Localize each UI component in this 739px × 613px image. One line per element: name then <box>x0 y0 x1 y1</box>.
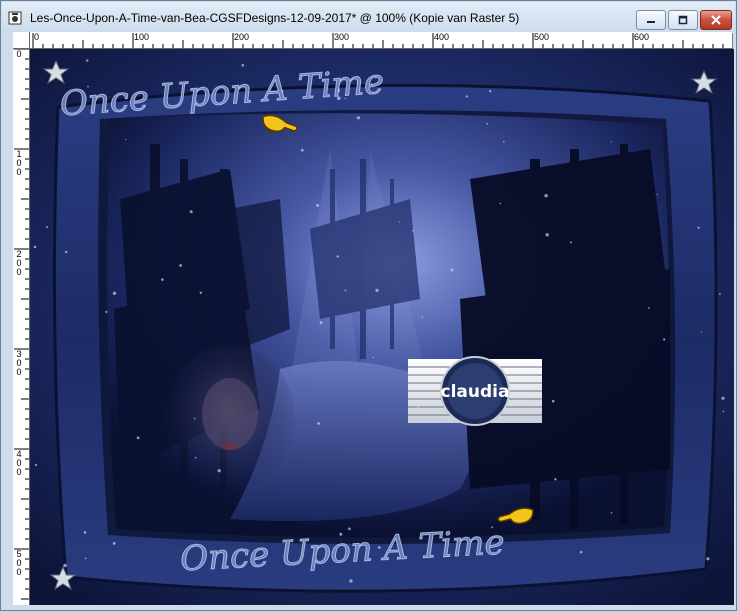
minimize-icon <box>647 21 655 23</box>
window-title: Les-Once-Upon-A-Time-van-Bea-CGSFDesigns… <box>30 11 520 25</box>
ruler-corner <box>13 32 30 49</box>
artwork: claudia Once Upon A Time Once Upon A Tim… <box>30 49 734 605</box>
snow-particle <box>421 316 424 318</box>
snow-particle <box>465 95 468 98</box>
snow-particle <box>344 289 347 292</box>
snow-particle <box>610 512 613 514</box>
snow-particle <box>112 291 117 295</box>
snow-particle <box>84 557 87 560</box>
snow-particle <box>450 268 454 272</box>
snow-particle <box>45 226 48 228</box>
snow-particle <box>570 241 572 244</box>
horizontal-ruler[interactable]: 0 100 200 300 400 500 600 <box>13 32 733 49</box>
vertical-ruler-ticks <box>14 48 29 600</box>
horizontal-ruler-ticks <box>32 33 733 48</box>
snow-particle <box>706 557 710 561</box>
snow-particle <box>105 310 108 313</box>
snow-particle <box>112 542 116 545</box>
snow-particle <box>161 278 164 281</box>
close-button[interactable] <box>700 10 732 30</box>
ruler-label-400: 400 <box>434 32 450 42</box>
document-icon <box>8 11 22 25</box>
snow-particle <box>398 221 400 223</box>
snow-particle <box>349 579 353 583</box>
snow-particle <box>372 356 374 359</box>
snow-particle <box>610 141 613 143</box>
snow-particle <box>83 531 87 534</box>
image-window: Les-Once-Upon-A-Time-van-Bea-CGSFDesigns… <box>0 0 737 611</box>
snow-particle <box>721 396 725 400</box>
snow-particle <box>125 138 127 141</box>
maximize-icon <box>678 15 688 25</box>
snow-particle <box>417 406 420 409</box>
snow-particle <box>719 293 721 295</box>
snow-particle <box>554 478 557 481</box>
snow-particle <box>316 203 320 207</box>
snow-particle <box>486 122 488 125</box>
vruler-label-500: 500 <box>16 549 22 577</box>
maximize-button[interactable] <box>668 10 698 30</box>
ruler-label-600: 600 <box>634 32 650 42</box>
snow-particle <box>241 63 245 67</box>
snow-particle <box>551 399 555 403</box>
watermark-logo: claudia <box>408 356 542 426</box>
snow-particle <box>701 331 703 333</box>
title-bar[interactable]: Les-Once-Upon-A-Time-van-Bea-CGSFDesigns… <box>2 2 735 32</box>
ruler-label-200: 200 <box>234 32 250 42</box>
vruler-label-300: 300 <box>16 349 22 377</box>
snow-particle <box>648 307 650 309</box>
snow-particle <box>336 255 339 258</box>
snow-particle <box>499 202 502 205</box>
vertical-ruler[interactable]: 0 100 200 300 400 500 <box>13 48 30 606</box>
snow-particle <box>63 563 67 568</box>
snow-particle <box>33 245 37 249</box>
ruler-label-500: 500 <box>534 32 550 42</box>
vruler-label-400: 400 <box>16 449 22 477</box>
vruler-label-0: 0 <box>16 49 22 59</box>
snow-particle <box>136 436 140 440</box>
snow-particle <box>317 422 320 425</box>
snow-particle <box>356 116 360 120</box>
snow-particle <box>194 456 197 459</box>
trees-right <box>460 144 670 529</box>
snow-particle <box>697 226 700 229</box>
snow-particle <box>544 194 548 198</box>
snow-particle <box>193 417 196 420</box>
window-left-edge <box>2 32 13 607</box>
snow-particle <box>722 410 725 413</box>
image-canvas[interactable]: claudia Once Upon A Time Once Upon A Tim… <box>30 49 734 605</box>
snow-particle <box>412 229 414 232</box>
snow-particle <box>545 233 549 237</box>
vruler-label-100: 100 <box>16 149 22 177</box>
snow-particle <box>217 469 221 473</box>
snow-particle <box>65 250 68 254</box>
watermark-text: claudia <box>441 382 510 402</box>
close-icon <box>711 15 721 25</box>
snow-particle <box>189 210 193 214</box>
snow-particle <box>579 550 583 554</box>
snow-particle <box>531 399 533 402</box>
minimize-button[interactable] <box>636 10 666 30</box>
snow-particle <box>375 288 379 292</box>
snow-particle <box>663 338 666 341</box>
ruler-label-300: 300 <box>334 32 350 42</box>
snow-particle <box>300 148 304 152</box>
snow-particle <box>199 291 202 294</box>
ruler-label-0: 0 <box>34 32 40 42</box>
snow-particle <box>656 193 659 196</box>
vruler-label-200: 200 <box>16 249 22 277</box>
snow-particle <box>86 59 89 62</box>
snow-particle <box>179 264 183 267</box>
ruler-label-100: 100 <box>134 32 150 42</box>
snow-particle <box>503 140 505 143</box>
snow-particle <box>34 463 37 467</box>
snow-particle <box>489 89 492 93</box>
snow-particle <box>319 321 323 325</box>
window-bottom-edge <box>2 605 735 610</box>
